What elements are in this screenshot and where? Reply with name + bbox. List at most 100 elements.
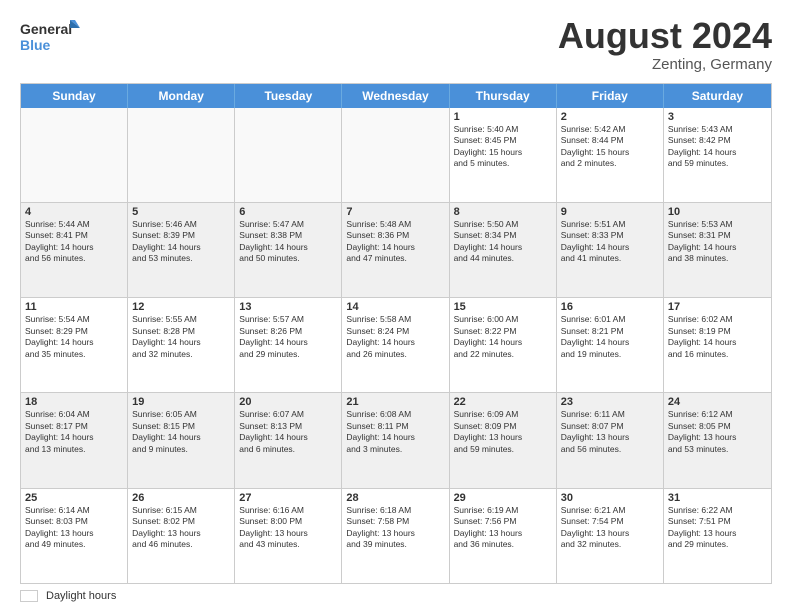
calendar-day-cell: 18Sunrise: 6:04 AM Sunset: 8:17 PM Dayli… — [21, 393, 128, 487]
day-info: Sunrise: 5:43 AM Sunset: 8:42 PM Dayligh… — [668, 124, 767, 170]
footer-box — [20, 590, 38, 602]
day-info: Sunrise: 6:18 AM Sunset: 7:58 PM Dayligh… — [346, 505, 444, 551]
day-number: 12 — [132, 301, 230, 313]
calendar-day-cell: 22Sunrise: 6:09 AM Sunset: 8:09 PM Dayli… — [450, 393, 557, 487]
day-number: 28 — [346, 492, 444, 504]
calendar-day-cell: 6Sunrise: 5:47 AM Sunset: 8:38 PM Daylig… — [235, 203, 342, 297]
calendar-day-cell: 25Sunrise: 6:14 AM Sunset: 8:03 PM Dayli… — [21, 489, 128, 583]
day-number: 27 — [239, 492, 337, 504]
calendar-day-cell: 4Sunrise: 5:44 AM Sunset: 8:41 PM Daylig… — [21, 203, 128, 297]
calendar-day-cell: 19Sunrise: 6:05 AM Sunset: 8:15 PM Dayli… — [128, 393, 235, 487]
day-info: Sunrise: 6:14 AM Sunset: 8:03 PM Dayligh… — [25, 505, 123, 551]
day-number: 25 — [25, 492, 123, 504]
calendar-day-cell: 21Sunrise: 6:08 AM Sunset: 8:11 PM Dayli… — [342, 393, 449, 487]
calendar-day-cell: 23Sunrise: 6:11 AM Sunset: 8:07 PM Dayli… — [557, 393, 664, 487]
calendar-day-cell: 29Sunrise: 6:19 AM Sunset: 7:56 PM Dayli… — [450, 489, 557, 583]
calendar: SundayMondayTuesdayWednesdayThursdayFrid… — [20, 83, 772, 584]
calendar-day-cell: 9Sunrise: 5:51 AM Sunset: 8:33 PM Daylig… — [557, 203, 664, 297]
day-info: Sunrise: 6:22 AM Sunset: 7:51 PM Dayligh… — [668, 505, 767, 551]
page: General Blue August 2024 Zenting, German… — [0, 0, 792, 612]
calendar-day-cell: 16Sunrise: 6:01 AM Sunset: 8:21 PM Dayli… — [557, 298, 664, 392]
day-info: Sunrise: 6:02 AM Sunset: 8:19 PM Dayligh… — [668, 314, 767, 360]
calendar-day-cell — [342, 108, 449, 202]
svg-text:General: General — [20, 21, 72, 37]
day-number: 21 — [346, 396, 444, 408]
day-number: 7 — [346, 206, 444, 218]
header: General Blue August 2024 Zenting, German… — [20, 16, 772, 73]
calendar-day-cell: 13Sunrise: 5:57 AM Sunset: 8:26 PM Dayli… — [235, 298, 342, 392]
calendar-header-cell: Thursday — [450, 84, 557, 108]
calendar-header-cell: Friday — [557, 84, 664, 108]
day-number: 8 — [454, 206, 552, 218]
day-info: Sunrise: 5:42 AM Sunset: 8:44 PM Dayligh… — [561, 124, 659, 170]
day-number: 17 — [668, 301, 767, 313]
day-info: Sunrise: 6:08 AM Sunset: 8:11 PM Dayligh… — [346, 409, 444, 455]
calendar-header-cell: Wednesday — [342, 84, 449, 108]
calendar-body: 1Sunrise: 5:40 AM Sunset: 8:45 PM Daylig… — [21, 108, 771, 583]
day-number: 9 — [561, 206, 659, 218]
calendar-day-cell: 5Sunrise: 5:46 AM Sunset: 8:39 PM Daylig… — [128, 203, 235, 297]
day-info: Sunrise: 6:09 AM Sunset: 8:09 PM Dayligh… — [454, 409, 552, 455]
day-number: 3 — [668, 111, 767, 123]
calendar-day-cell: 1Sunrise: 5:40 AM Sunset: 8:45 PM Daylig… — [450, 108, 557, 202]
calendar-day-cell — [128, 108, 235, 202]
day-info: Sunrise: 5:51 AM Sunset: 8:33 PM Dayligh… — [561, 219, 659, 265]
day-info: Sunrise: 5:54 AM Sunset: 8:29 PM Dayligh… — [25, 314, 123, 360]
day-number: 14 — [346, 301, 444, 313]
day-number: 29 — [454, 492, 552, 504]
day-number: 23 — [561, 396, 659, 408]
calendar-week-row: 4Sunrise: 5:44 AM Sunset: 8:41 PM Daylig… — [21, 202, 771, 297]
day-info: Sunrise: 6:05 AM Sunset: 8:15 PM Dayligh… — [132, 409, 230, 455]
calendar-day-cell: 28Sunrise: 6:18 AM Sunset: 7:58 PM Dayli… — [342, 489, 449, 583]
calendar-week-row: 25Sunrise: 6:14 AM Sunset: 8:03 PM Dayli… — [21, 488, 771, 583]
month-title: August 2024 — [558, 16, 772, 56]
day-number: 22 — [454, 396, 552, 408]
day-info: Sunrise: 5:57 AM Sunset: 8:26 PM Dayligh… — [239, 314, 337, 360]
calendar-day-cell: 30Sunrise: 6:21 AM Sunset: 7:54 PM Dayli… — [557, 489, 664, 583]
calendar-day-cell: 14Sunrise: 5:58 AM Sunset: 8:24 PM Dayli… — [342, 298, 449, 392]
day-info: Sunrise: 6:21 AM Sunset: 7:54 PM Dayligh… — [561, 505, 659, 551]
day-number: 31 — [668, 492, 767, 504]
day-number: 15 — [454, 301, 552, 313]
day-info: Sunrise: 5:55 AM Sunset: 8:28 PM Dayligh… — [132, 314, 230, 360]
calendar-day-cell: 31Sunrise: 6:22 AM Sunset: 7:51 PM Dayli… — [664, 489, 771, 583]
day-number: 19 — [132, 396, 230, 408]
calendar-week-row: 11Sunrise: 5:54 AM Sunset: 8:29 PM Dayli… — [21, 297, 771, 392]
day-info: Sunrise: 6:00 AM Sunset: 8:22 PM Dayligh… — [454, 314, 552, 360]
day-info: Sunrise: 6:07 AM Sunset: 8:13 PM Dayligh… — [239, 409, 337, 455]
footer: Daylight hours — [20, 590, 772, 602]
day-info: Sunrise: 6:01 AM Sunset: 8:21 PM Dayligh… — [561, 314, 659, 360]
calendar-day-cell: 17Sunrise: 6:02 AM Sunset: 8:19 PM Dayli… — [664, 298, 771, 392]
calendar-header-cell: Monday — [128, 84, 235, 108]
day-number: 10 — [668, 206, 767, 218]
calendar-header-cell: Sunday — [21, 84, 128, 108]
logo-svg: General Blue — [20, 16, 80, 56]
day-info: Sunrise: 5:48 AM Sunset: 8:36 PM Dayligh… — [346, 219, 444, 265]
day-number: 5 — [132, 206, 230, 218]
day-number: 2 — [561, 111, 659, 123]
calendar-day-cell: 24Sunrise: 6:12 AM Sunset: 8:05 PM Dayli… — [664, 393, 771, 487]
footer-label: Daylight hours — [46, 590, 116, 602]
day-number: 11 — [25, 301, 123, 313]
day-number: 30 — [561, 492, 659, 504]
day-number: 16 — [561, 301, 659, 313]
day-info: Sunrise: 6:12 AM Sunset: 8:05 PM Dayligh… — [668, 409, 767, 455]
day-info: Sunrise: 5:47 AM Sunset: 8:38 PM Dayligh… — [239, 219, 337, 265]
calendar-day-cell: 20Sunrise: 6:07 AM Sunset: 8:13 PM Dayli… — [235, 393, 342, 487]
day-number: 4 — [25, 206, 123, 218]
calendar-header-row: SundayMondayTuesdayWednesdayThursdayFrid… — [21, 84, 771, 108]
day-number: 18 — [25, 396, 123, 408]
logo: General Blue — [20, 16, 80, 56]
calendar-day-cell: 12Sunrise: 5:55 AM Sunset: 8:28 PM Dayli… — [128, 298, 235, 392]
title-block: August 2024 Zenting, Germany — [558, 16, 772, 73]
calendar-day-cell: 2Sunrise: 5:42 AM Sunset: 8:44 PM Daylig… — [557, 108, 664, 202]
day-number: 13 — [239, 301, 337, 313]
day-info: Sunrise: 5:50 AM Sunset: 8:34 PM Dayligh… — [454, 219, 552, 265]
calendar-week-row: 1Sunrise: 5:40 AM Sunset: 8:45 PM Daylig… — [21, 108, 771, 202]
calendar-day-cell: 10Sunrise: 5:53 AM Sunset: 8:31 PM Dayli… — [664, 203, 771, 297]
calendar-header-cell: Saturday — [664, 84, 771, 108]
calendar-day-cell: 7Sunrise: 5:48 AM Sunset: 8:36 PM Daylig… — [342, 203, 449, 297]
day-info: Sunrise: 6:19 AM Sunset: 7:56 PM Dayligh… — [454, 505, 552, 551]
svg-text:Blue: Blue — [20, 37, 51, 53]
day-info: Sunrise: 6:04 AM Sunset: 8:17 PM Dayligh… — [25, 409, 123, 455]
